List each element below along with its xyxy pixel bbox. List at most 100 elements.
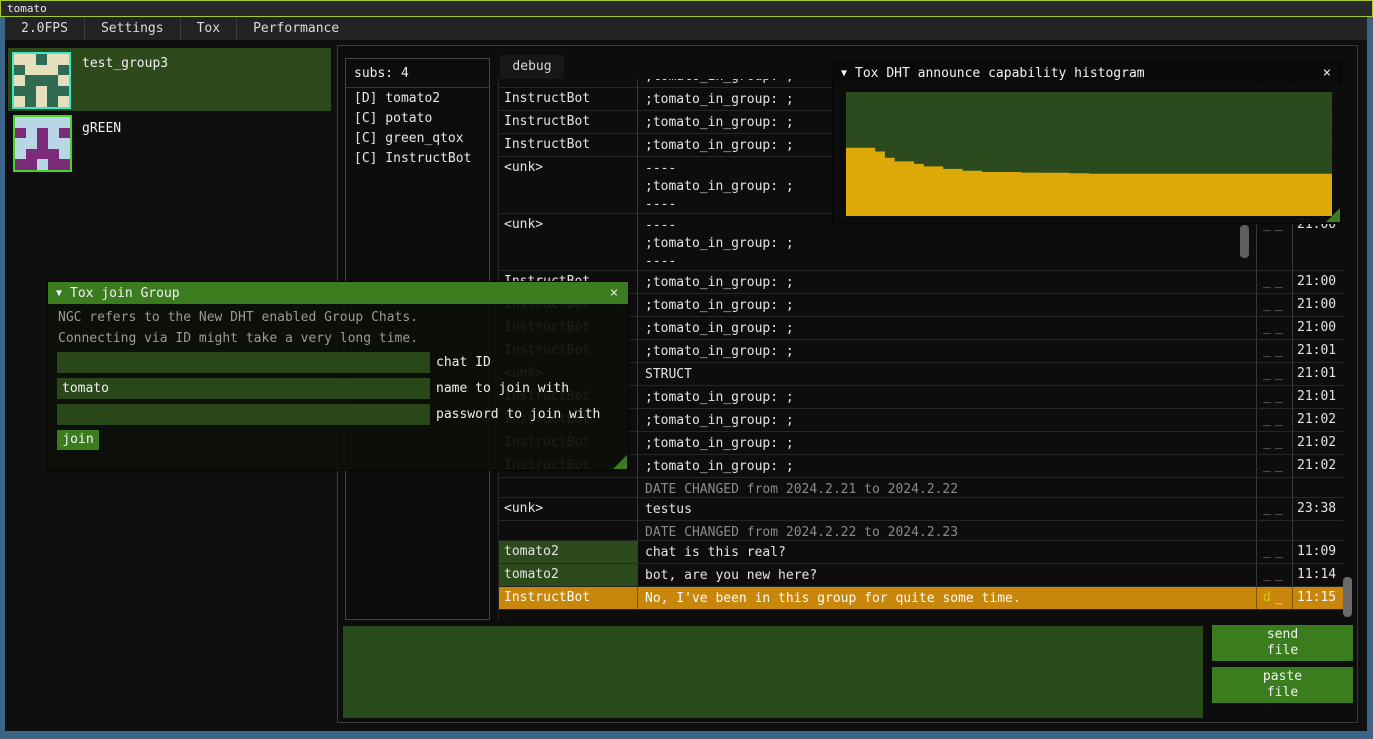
dht-histogram-titlebar[interactable]: ▼ Tox DHT announce capability histogram … [833, 62, 1341, 84]
chat-message-row: <unk>testus__23:38 [499, 498, 1343, 521]
time-cell [1293, 521, 1343, 540]
sender-name: InstructBot [499, 111, 638, 133]
menu-item-performance[interactable]: Performance [237, 17, 355, 40]
message-timestamp: 21:02 [1293, 432, 1343, 454]
avatar-pixel [25, 96, 36, 107]
status-underscore: _ [1263, 458, 1275, 473]
collapse-arrow-icon[interactable]: ▼ [56, 288, 62, 299]
status-underscore: _ [1263, 435, 1275, 450]
menubar: 2.0FPSSettingsToxPerformance [5, 17, 1367, 40]
chat-inner-scrollbar-thumb[interactable] [1240, 225, 1249, 258]
avatar-pixel [48, 159, 59, 170]
avatar-pixel [14, 96, 25, 107]
menu-item-settings[interactable]: Settings [85, 17, 181, 40]
paste-file-button[interactable]: paste file [1212, 667, 1353, 703]
avatar-pixel [15, 159, 26, 170]
delivery-status: __ [1257, 541, 1293, 563]
message-timestamp: 21:00 [1293, 294, 1343, 316]
chat-message-row: tomato2bot, are you new here?__11:14 [499, 564, 1343, 587]
sender-cell [499, 521, 638, 540]
status-underscore: _ [1275, 366, 1287, 381]
resize-grip-icon[interactable] [613, 455, 627, 469]
chat-message-row: InstructBotNo, I've been in this group f… [499, 587, 1343, 610]
avatar-pixel [36, 54, 47, 65]
member-list-item: [C] green_qtox [346, 128, 489, 148]
delivered-indicator: d [1263, 590, 1275, 605]
avatar-pixel [26, 117, 37, 128]
avatar-pixel [36, 65, 47, 76]
avatar-pixel [14, 54, 25, 65]
sender-name: tomato2 [499, 541, 638, 563]
avatar-pixel [58, 86, 69, 97]
avatar-pixel [59, 128, 70, 139]
member-list: [D] tomato2[C] potato[C] green_qtox[C] I… [346, 88, 489, 168]
sender-name: InstructBot [499, 79, 638, 87]
sender-name: InstructBot [499, 88, 638, 110]
status-underscore: _ [1275, 590, 1287, 605]
message-timestamp: 21:02 [1293, 409, 1343, 431]
group-avatar [13, 115, 72, 172]
collapse-arrow-icon[interactable]: ▼ [841, 68, 847, 79]
status-underscore: _ [1275, 458, 1287, 473]
join-button[interactable]: join [57, 430, 99, 450]
message-timestamp: 21:02 [1293, 455, 1343, 477]
tab-debug[interactable]: debug [500, 55, 564, 79]
member-list-item: [D] tomato2 [346, 88, 489, 108]
chat-id-input[interactable] [57, 352, 430, 373]
delivery-status: __ [1257, 386, 1293, 408]
status-underscore: _ [1263, 501, 1275, 516]
sender-name: <unk> [499, 157, 638, 213]
send-file-button[interactable]: send file [1212, 625, 1353, 661]
status-cell [1257, 521, 1293, 540]
group-name-label: gREEN [82, 121, 121, 136]
status-underscore: _ [1263, 366, 1275, 381]
avatar-pixel [36, 75, 47, 86]
avatar-pixel [26, 128, 37, 139]
delivery-status: __ [1257, 432, 1293, 454]
status-cell [1257, 478, 1293, 497]
avatar-pixel [58, 75, 69, 86]
menu-item-tox[interactable]: Tox [181, 17, 237, 40]
chat-message-row: tomato2chat is this real?__11:09 [499, 541, 1343, 564]
join-password-input[interactable] [57, 404, 430, 425]
avatar-pixel [47, 54, 58, 65]
avatar-pixel [15, 128, 26, 139]
chat-outer-scrollbar-thumb[interactable] [1343, 577, 1352, 617]
sidebar-group-gREEN[interactable]: gREEN [8, 113, 331, 172]
close-icon[interactable]: × [1319, 65, 1335, 81]
date-changed-text: DATE CHANGED from 2024.2.22 to 2024.2.23 [638, 521, 1257, 540]
dht-histogram-plot [846, 92, 1332, 216]
status-underscore: _ [1275, 297, 1287, 312]
join-group-title: Tox join Group [70, 286, 606, 301]
member-list-item: [C] InstructBot [346, 148, 489, 168]
resize-grip-icon[interactable] [1326, 208, 1340, 222]
message-text: ;tomato_in_group: ; [638, 409, 1257, 431]
join-group-titlebar[interactable]: ▼ Tox join Group × [48, 282, 628, 304]
message-text: ;tomato_in_group: ; [638, 340, 1257, 362]
message-timestamp: 11:09 [1293, 541, 1343, 563]
date-changed-text: DATE CHANGED from 2024.2.21 to 2024.2.22 [638, 478, 1257, 497]
group-avatar [12, 52, 71, 109]
menu-item-2.0fps[interactable]: 2.0FPS [5, 17, 85, 40]
date-changed-row: DATE CHANGED from 2024.2.22 to 2024.2.23 [499, 521, 1343, 541]
avatar-pixel [14, 86, 25, 97]
avatar-pixel [36, 96, 47, 107]
delivery-status: __ [1257, 271, 1293, 293]
avatar-pixel [48, 149, 59, 160]
message-text: ;tomato_in_group: ; [638, 271, 1257, 293]
status-underscore: _ [1275, 544, 1287, 559]
close-icon[interactable]: × [606, 285, 622, 301]
os-window-title: tomato [7, 2, 47, 15]
status-underscore: _ [1275, 501, 1287, 516]
avatar-pixel [59, 159, 70, 170]
status-underscore: _ [1263, 544, 1275, 559]
dht-histogram-title: Tox DHT announce capability histogram [855, 66, 1319, 81]
avatar-pixel [25, 75, 36, 86]
sidebar-group-test_group3[interactable]: test_group3 [8, 48, 331, 111]
join-name-input[interactable] [57, 378, 430, 399]
message-input[interactable] [343, 626, 1203, 718]
member-list-item: [C] potato [346, 108, 489, 128]
send-file-line2: file [1212, 643, 1353, 659]
histogram-area-chart [846, 92, 1332, 216]
delivery-status: __ [1257, 294, 1293, 316]
